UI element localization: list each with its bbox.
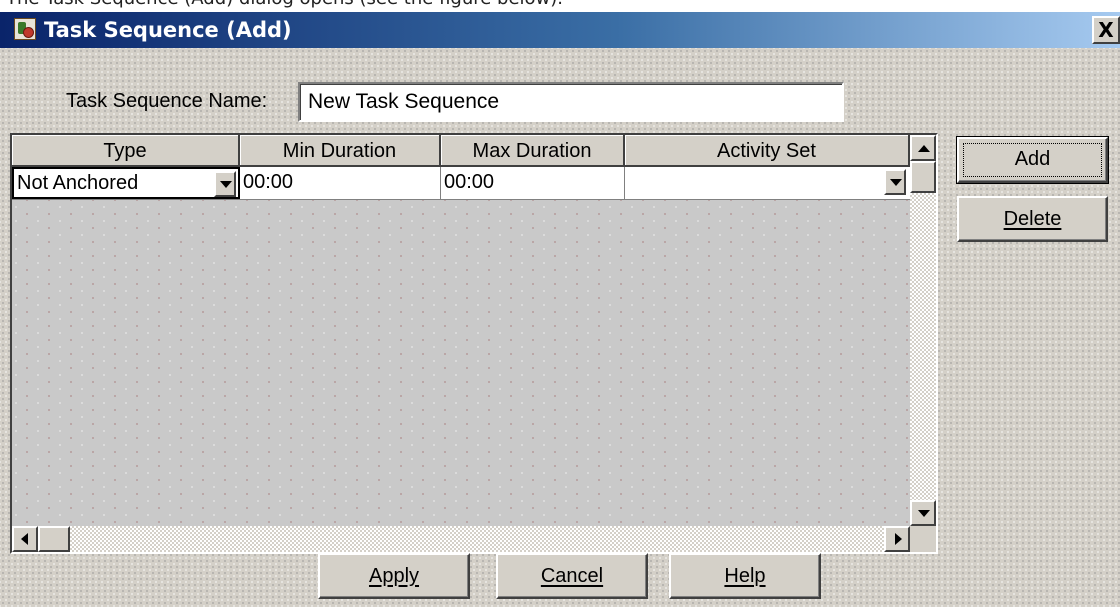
type-select-cell[interactable]: Not Anchored [12,167,240,199]
horizontal-scrollbar[interactable] [12,526,910,552]
task-sequence-grid: Type Min Duration Max Duration Activity … [10,133,938,554]
vertical-scroll-thumb[interactable] [910,161,936,193]
grid-body: Type Min Duration Max Duration Activity … [12,135,910,526]
close-button[interactable]: X [1092,16,1120,44]
min-duration-cell[interactable]: 00:00 [240,167,441,199]
add-button[interactable]: Add [956,136,1109,184]
arrow-up-icon [918,145,930,152]
apply-button[interactable]: Apply [318,553,470,599]
scroll-up-button[interactable] [910,135,936,161]
document-caption: The Task Sequence (Add) dialog opens (se… [6,0,563,10]
max-duration-cell[interactable]: 00:00 [441,167,625,199]
vertical-scrollbar[interactable] [910,135,936,526]
task-sequence-name-input[interactable]: New Task Sequence [298,82,844,122]
table-row[interactable]: Not Anchored 00:00 00:00 [12,167,910,200]
arrow-down-icon [918,510,930,517]
activity-set-dropdown-icon[interactable] [884,169,906,195]
type-dropdown-icon[interactable] [214,171,236,197]
cancel-button[interactable]: Cancel [496,553,648,599]
scroll-left-button[interactable] [12,526,38,552]
task-sequence-app-icon [14,18,36,40]
column-header-min-duration[interactable]: Min Duration [240,135,441,167]
column-header-type[interactable]: Type [12,135,240,167]
delete-button[interactable]: Delete [957,196,1108,242]
scroll-down-button[interactable] [910,500,936,526]
task-sequence-dialog: Task Sequence (Add) X Task Sequence Name… [0,12,1120,607]
type-select-value: Not Anchored [17,172,139,194]
focus-rectangle [963,143,1102,177]
arrow-right-icon [895,533,902,545]
help-button[interactable]: Help [669,553,821,599]
arrow-left-icon [21,533,28,545]
dialog-title: Task Sequence (Add) [44,18,292,42]
scroll-right-button[interactable] [884,526,910,552]
title-bar[interactable]: Task Sequence (Add) X [0,12,1120,48]
activity-set-cell[interactable] [625,167,910,199]
column-header-activity-set[interactable]: Activity Set [625,135,910,167]
horizontal-scroll-thumb[interactable] [38,526,70,552]
task-sequence-name-label: Task Sequence Name: [66,90,268,112]
scrollbar-corner [910,526,936,552]
column-header-max-duration[interactable]: Max Duration [441,135,625,167]
